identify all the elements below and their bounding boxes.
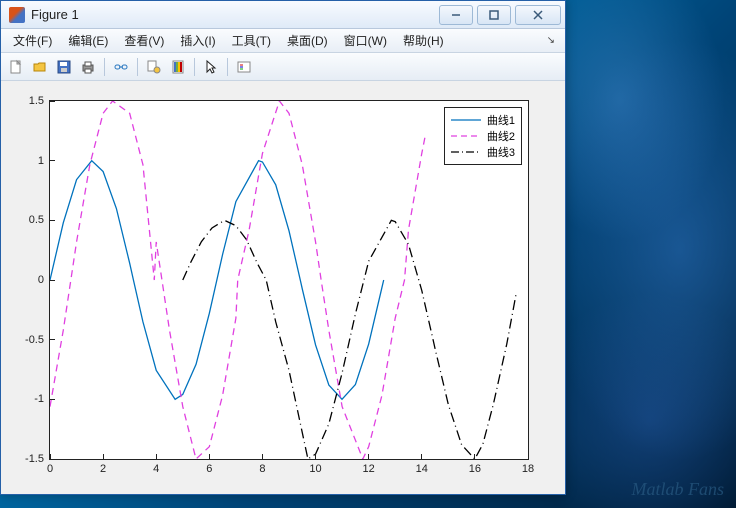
legend-line-icon bbox=[451, 146, 481, 158]
plot-area: 曲线1 曲线2 曲线3 -1.5 -1 -0.5 0 0.5 1 1.5 0 2 4 6 8 10 12 1… bbox=[1, 82, 565, 494]
axes[interactable]: 曲线1 曲线2 曲线3 -1.5-1-0.500.511.50246810121… bbox=[49, 100, 529, 460]
open-folder-icon bbox=[32, 59, 48, 75]
close-icon bbox=[533, 10, 543, 20]
watermark: Matlab Fans bbox=[632, 479, 725, 500]
y-tick-label: -1 bbox=[34, 393, 44, 405]
titlebar[interactable]: Figure 1 bbox=[1, 1, 565, 29]
toolbar-separator bbox=[194, 58, 195, 76]
menu-tools[interactable]: 工具(T) bbox=[224, 29, 279, 52]
x-tick-mark bbox=[421, 454, 422, 459]
legend-line-icon bbox=[451, 130, 481, 142]
y-tick-label: 1.5 bbox=[29, 95, 44, 107]
legend-entry-3[interactable]: 曲线3 bbox=[451, 144, 515, 160]
legend[interactable]: 曲线1 曲线2 曲线3 bbox=[444, 107, 522, 165]
menu-file[interactable]: 文件(F) bbox=[5, 29, 60, 52]
link-button[interactable] bbox=[110, 56, 132, 78]
menu-docking-arrow[interactable]: ↘ bbox=[541, 35, 561, 46]
x-tick-label: 16 bbox=[469, 463, 481, 475]
arrow-cursor-icon bbox=[203, 59, 219, 75]
menubar: 文件(F) 编辑(E) 查看(V) 插入(I) 工具(T) 桌面(D) 窗口(W… bbox=[1, 29, 565, 53]
x-tick-mark bbox=[528, 454, 529, 459]
save-button[interactable] bbox=[53, 56, 75, 78]
x-tick-label: 0 bbox=[47, 463, 53, 475]
y-tick-mark bbox=[50, 220, 55, 221]
x-tick-label: 6 bbox=[206, 463, 212, 475]
x-tick-label: 14 bbox=[416, 463, 428, 475]
insert-legend-button[interactable] bbox=[233, 56, 255, 78]
legend-entry-1[interactable]: 曲线1 bbox=[451, 112, 515, 128]
series-line bbox=[50, 161, 384, 400]
menu-help[interactable]: 帮助(H) bbox=[395, 29, 452, 52]
save-icon bbox=[56, 59, 72, 75]
toolbar-separator bbox=[227, 58, 228, 76]
print-icon bbox=[80, 59, 96, 75]
series-line bbox=[183, 220, 517, 459]
y-tick-label: 1 bbox=[38, 155, 44, 167]
x-tick-mark bbox=[315, 454, 316, 459]
legend-entry-2[interactable]: 曲线2 bbox=[451, 128, 515, 144]
y-tick-mark bbox=[50, 280, 55, 281]
new-figure-button[interactable] bbox=[5, 56, 27, 78]
menu-window[interactable]: 窗口(W) bbox=[336, 29, 395, 52]
close-button[interactable] bbox=[515, 5, 561, 25]
datacursor-icon bbox=[146, 59, 162, 75]
new-file-icon bbox=[8, 59, 24, 75]
y-tick-label: 0.5 bbox=[29, 214, 44, 226]
x-tick-label: 18 bbox=[522, 463, 534, 475]
legend-line-icon bbox=[451, 114, 481, 126]
x-tick-label: 12 bbox=[363, 463, 375, 475]
x-tick-mark bbox=[103, 454, 104, 459]
legend-icon bbox=[236, 59, 252, 75]
x-tick-label: 10 bbox=[309, 463, 321, 475]
maximize-button[interactable] bbox=[477, 5, 511, 25]
legend-label: 曲线3 bbox=[487, 144, 515, 160]
window-title: Figure 1 bbox=[31, 7, 435, 22]
x-tick-mark bbox=[50, 454, 51, 459]
edit-plot-button[interactable] bbox=[200, 56, 222, 78]
series-line bbox=[50, 101, 425, 459]
toolbar-separator bbox=[137, 58, 138, 76]
y-tick-mark bbox=[50, 339, 55, 340]
menu-view[interactable]: 查看(V) bbox=[116, 29, 172, 52]
legend-label: 曲线2 bbox=[487, 128, 515, 144]
menu-insert[interactable]: 插入(I) bbox=[172, 29, 223, 52]
x-tick-mark bbox=[156, 454, 157, 459]
x-tick-mark bbox=[368, 454, 369, 459]
x-tick-label: 8 bbox=[259, 463, 265, 475]
maximize-icon bbox=[489, 10, 499, 20]
matlab-icon bbox=[9, 7, 25, 23]
x-tick-mark bbox=[474, 454, 475, 459]
x-tick-mark bbox=[262, 454, 263, 459]
y-tick-label: 0 bbox=[38, 274, 44, 286]
figure-window: Figure 1 文件(F) 编辑(E) 查看(V) 插入(I) 工具(T) 桌… bbox=[0, 0, 566, 495]
y-tick-label: -0.5 bbox=[25, 334, 44, 346]
link-icon bbox=[113, 59, 129, 75]
x-tick-label: 2 bbox=[100, 463, 106, 475]
x-tick-mark bbox=[209, 454, 210, 459]
print-button[interactable] bbox=[77, 56, 99, 78]
menu-desktop[interactable]: 桌面(D) bbox=[279, 29, 336, 52]
datacursor-button[interactable] bbox=[143, 56, 165, 78]
toolbar-separator bbox=[104, 58, 105, 76]
legend-label: 曲线1 bbox=[487, 112, 515, 128]
y-tick-mark bbox=[50, 160, 55, 161]
x-tick-label: 4 bbox=[153, 463, 159, 475]
y-tick-mark bbox=[50, 459, 55, 460]
insert-colorbar-button[interactable] bbox=[167, 56, 189, 78]
y-tick-label: -1.5 bbox=[25, 453, 44, 465]
minimize-icon bbox=[451, 10, 461, 20]
open-button[interactable] bbox=[29, 56, 51, 78]
y-tick-mark bbox=[50, 101, 55, 102]
minimize-button[interactable] bbox=[439, 5, 473, 25]
menu-edit[interactable]: 编辑(E) bbox=[60, 29, 116, 52]
toolbar bbox=[1, 53, 565, 81]
colorbar-icon bbox=[170, 59, 186, 75]
y-tick-mark bbox=[50, 399, 55, 400]
